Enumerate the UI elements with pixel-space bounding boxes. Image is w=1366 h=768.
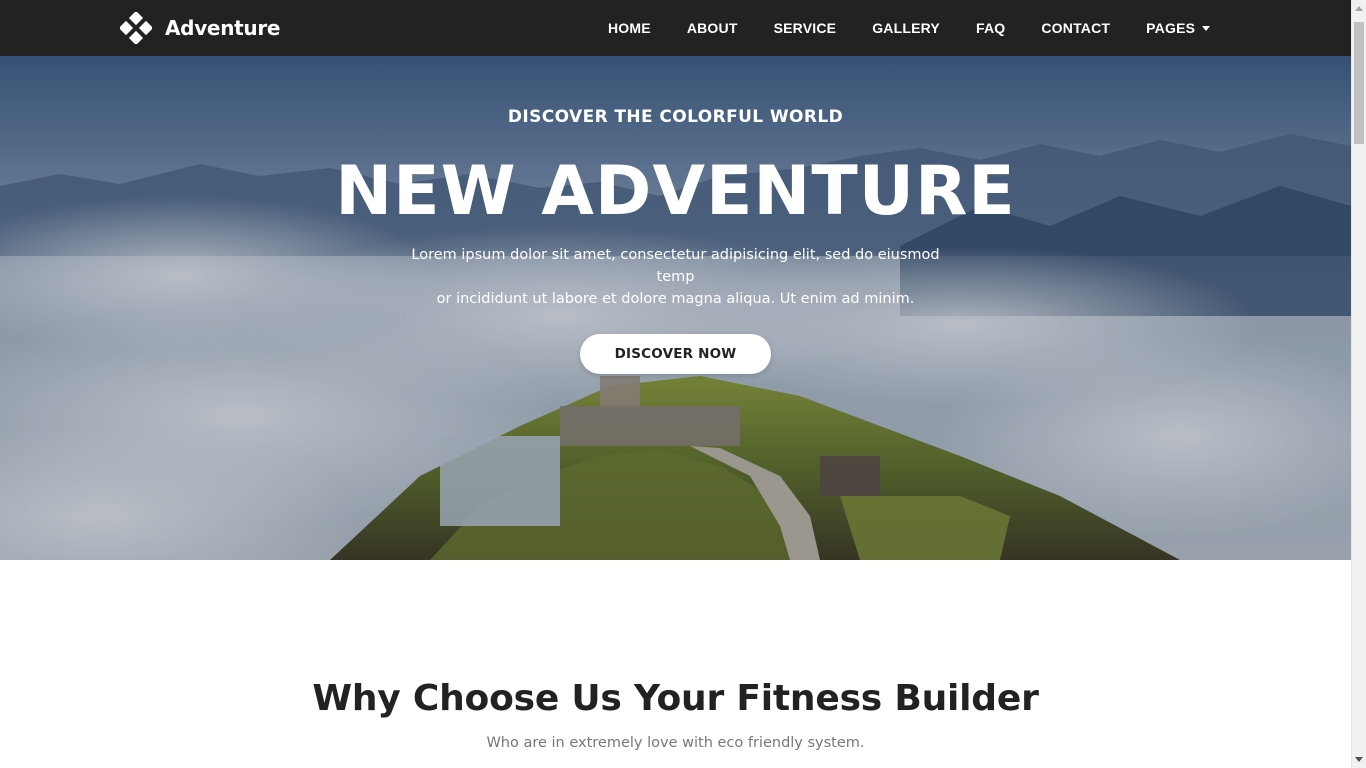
brand-logo-link[interactable]: Adventure xyxy=(118,10,281,46)
nav-item-about[interactable]: ABOUT xyxy=(669,0,756,56)
nav-item-label: HOME xyxy=(608,20,651,36)
scroll-up-arrow-icon[interactable] xyxy=(1355,6,1363,11)
scrollbar-thumb[interactable] xyxy=(1354,22,1364,144)
hero-description: Lorem ipsum dolor sit amet, consectetur … xyxy=(395,244,956,310)
discover-now-button[interactable]: DISCOVER NOW xyxy=(580,334,771,374)
nav-item-gallery[interactable]: GALLERY xyxy=(854,0,958,56)
hero-section: DISCOVER THE COLORFUL WORLD NEW ADVENTUR… xyxy=(0,56,1351,560)
hero-kicker: DISCOVER THE COLORFUL WORLD xyxy=(507,107,844,127)
brand-name: Adventure xyxy=(165,16,281,40)
caret-down-icon xyxy=(1202,25,1211,31)
hero-title: NEW ADVENTURE xyxy=(335,152,1016,231)
nav-item-pages-dropdown[interactable]: PAGES xyxy=(1128,0,1228,56)
navbar: Adventure HOME ABOUT SERVICE GALLERY FAQ… xyxy=(0,0,1351,56)
hero-description-line-1: Lorem ipsum dolor sit amet, consectetur … xyxy=(411,247,940,285)
nav-item-home[interactable]: HOME xyxy=(590,0,669,56)
nav-item-label: GALLERY xyxy=(872,20,940,36)
nav-item-label: CONTACT xyxy=(1041,20,1111,36)
nav-item-contact[interactable]: CONTACT xyxy=(1023,0,1128,56)
nav-item-service[interactable]: SERVICE xyxy=(756,0,855,56)
page-scrollbar[interactable] xyxy=(1351,0,1366,768)
nav-item-faq[interactable]: FAQ xyxy=(958,0,1023,56)
nav-item-label: PAGES xyxy=(1146,20,1196,36)
section-subtitle: Who are in extremely love with eco frien… xyxy=(486,735,865,751)
nav-item-label: ABOUT xyxy=(686,20,738,36)
hero-description-line-2: or incididunt ut labore et dolore magna … xyxy=(436,291,915,307)
scroll-down-arrow-icon[interactable] xyxy=(1355,757,1363,762)
nav-menu: HOME ABOUT SERVICE GALLERY FAQ CONTACT P… xyxy=(590,0,1228,56)
nav-item-label: FAQ xyxy=(975,20,1006,36)
diamond-cluster-icon xyxy=(118,10,154,46)
nav-item-label: SERVICE xyxy=(773,20,837,36)
section-title: Why Choose Us Your Fitness Builder xyxy=(312,678,1039,719)
